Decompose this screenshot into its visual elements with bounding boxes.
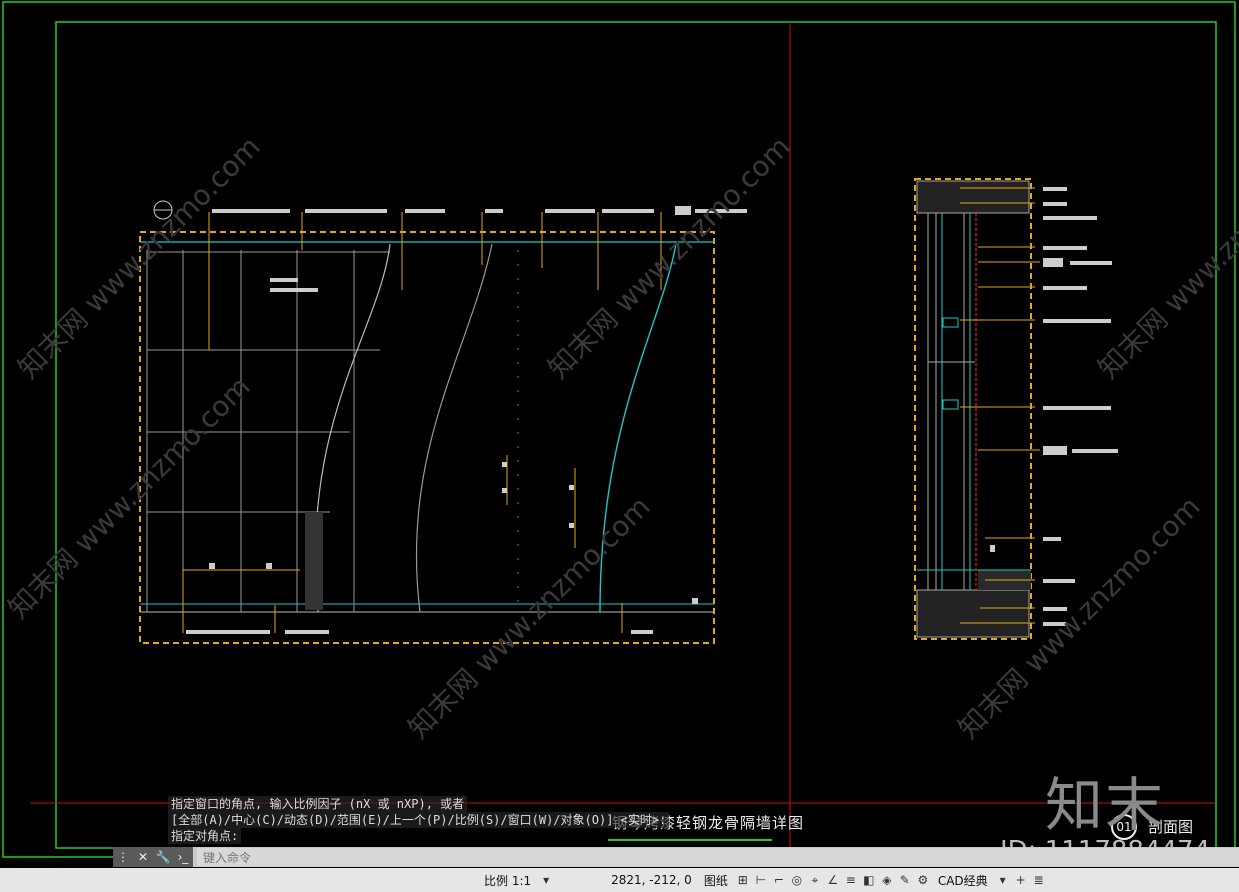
coordinates-readout: 2821, -212, 0 [611, 873, 692, 887]
command-input[interactable]: 键入命令 [197, 848, 1239, 866]
wrench-icon[interactable]: 🔧 [153, 847, 173, 867]
watermark-pattern: 知末网 www.znzmo.com 知末网 www.znzmo.com 知末网 … [2, 130, 1239, 745]
selection-cycling-icon[interactable]: ◧ [860, 873, 878, 887]
ortho-icon[interactable]: ⌐ [770, 873, 788, 887]
svg-text:知末网 www.znzmo.com: 知末网 www.znzmo.com [402, 490, 657, 745]
workspace-dropdown-icon[interactable]: ▾ [994, 873, 1012, 887]
watermark-logo: 知末 [1045, 771, 1166, 839]
annotation-icon[interactable]: ✎ [896, 873, 914, 887]
dropdown-arrow-icon[interactable]: ▾ [537, 873, 555, 887]
lineweight-icon[interactable]: ≡ [842, 873, 860, 887]
object-snap-icon[interactable]: ⌖ [806, 873, 824, 888]
command-history-line: 指定窗口的角点, 输入比例因子 (nX 或 nXP), 或者 [168, 796, 468, 812]
scale-selector[interactable]: 比例 1:1 [478, 872, 537, 889]
command-history: 指定窗口的角点, 输入比例因子 (nX 或 nXP), 或者 [全部(A)/中心… [168, 796, 670, 844]
status-bar: 比例 1:1 ▾ 2821, -212, 0 图纸 ⊞ ⊢ ⌐ ◎ ⌖ ∠ ≡ … [0, 868, 1239, 892]
add-icon[interactable]: + [1012, 873, 1030, 887]
svg-text:知末网 www.znzmo.com: 知末网 www.znzmo.com [542, 130, 797, 385]
grid-icon[interactable]: ⊞ [734, 873, 752, 887]
command-history-line: [全部(A)/中心(C)/动态(D)/范围(E)/上一个(P)/比例(S)/窗口… [168, 812, 670, 828]
workspace-selector[interactable]: CAD经典 [932, 872, 994, 889]
command-line-bar: ⋮ ✕ 🔧 ›_ 键入命令 [113, 847, 1239, 867]
grip-handle-icon[interactable]: ⋮ [113, 847, 133, 867]
svg-text:知末网 www.znzmo.com: 知末网 www.znzmo.com [1092, 130, 1239, 385]
svg-text:知末网 www.znzmo.com: 知末网 www.znzmo.com [2, 370, 257, 625]
section-detail [914, 178, 1118, 640]
close-icon[interactable]: ✕ [133, 847, 153, 867]
customize-menu-icon[interactable]: ≣ [1030, 873, 1048, 887]
polar-tracking-icon[interactable]: ◎ [788, 873, 806, 887]
paper-space-toggle[interactable]: 图纸 [698, 872, 734, 889]
snap-icon[interactable]: ⊢ [752, 873, 770, 887]
object-tracking-icon[interactable]: ∠ [824, 873, 842, 887]
command-history-line: 指定对角点: [168, 828, 242, 844]
workspace-switch-icon[interactable]: ⚙ [914, 873, 932, 887]
transparency-icon[interactable]: ◈ [878, 873, 896, 887]
command-prompt-icon[interactable]: ›_ [173, 847, 193, 867]
